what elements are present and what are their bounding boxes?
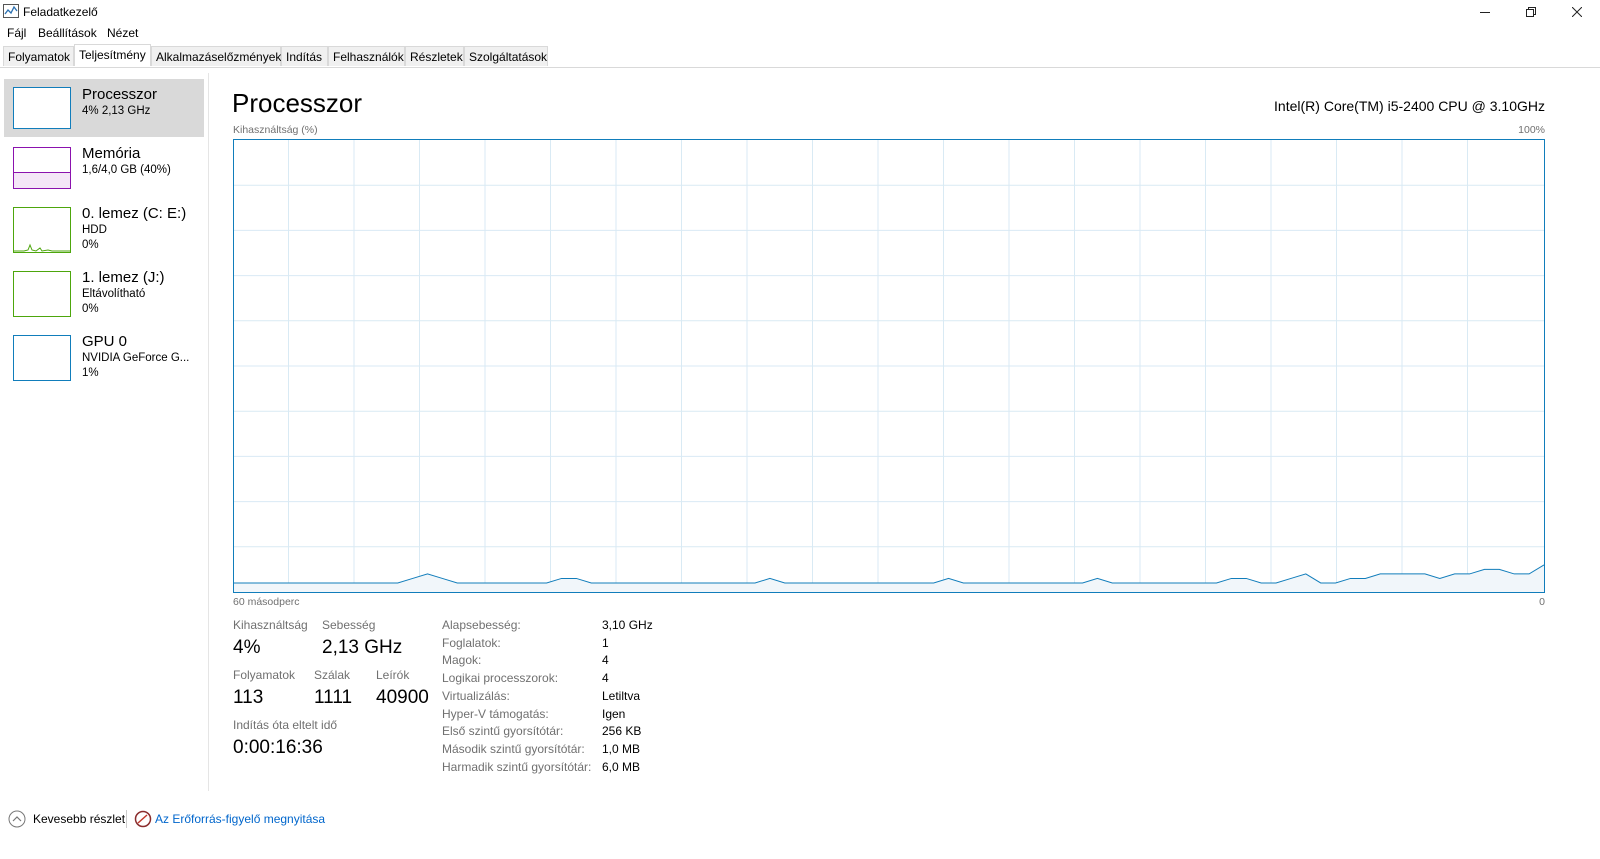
sidebar: Processzor 4% 2,13 GHz Memória 1,6/4,0 G… — [0, 73, 209, 791]
cpu-thumbnail — [13, 87, 71, 129]
cpu-usage-area — [234, 564, 1544, 592]
sidebar-item-memory[interactable]: Memória 1,6/4,0 GB (40%) — [4, 139, 204, 197]
sidebar-item-gpu-0[interactable]: GPU 0 NVIDIA GeForce G... 1% — [4, 327, 204, 389]
uptime-label: Indítás óta eltelt idő — [233, 718, 338, 732]
tab-users[interactable]: Felhasználók — [328, 46, 405, 66]
sidebar-item-value: 0% — [82, 239, 99, 251]
processes-value: 113 — [233, 687, 264, 708]
info-label: Hyper-V támogatás: — [442, 707, 549, 721]
footer-divider — [126, 810, 127, 828]
close-icon — [1572, 7, 1582, 17]
speed-label: Sebesség — [322, 618, 376, 632]
info-value: 1,0 MB — [602, 742, 641, 756]
info-value: 256 KB — [602, 724, 642, 738]
info-label: Logikai processzorok: — [442, 671, 559, 685]
sidebar-item-cpu[interactable]: Processzor 4% 2,13 GHz — [4, 79, 204, 137]
sidebar-item-label: Memória — [82, 145, 141, 162]
sidebar-item-value: 1% — [82, 367, 99, 379]
tab-details[interactable]: Részletek — [405, 46, 464, 66]
cpu-usage-graph — [233, 139, 1545, 593]
info-value: Letiltva — [602, 689, 641, 703]
sidebar-item-detail: 1,6/4,0 GB (40%) — [82, 164, 171, 176]
tab-processes[interactable]: Folyamatok — [3, 46, 74, 66]
threads-label: Szálak — [314, 668, 351, 682]
info-label: Első szintű gyorsítótár: — [442, 724, 564, 738]
minimize-icon — [1480, 12, 1490, 13]
gpu-thumbnail — [13, 335, 71, 381]
title-bar: Feladatkezelő — [0, 0, 1600, 24]
sidebar-item-detail: Eltávolítható — [82, 288, 146, 300]
resource-monitor-button[interactable] — [134, 810, 152, 828]
tab-startup[interactable]: Indítás — [281, 46, 328, 66]
disk-0-thumbnail — [13, 207, 71, 253]
sidebar-item-label: Processzor — [82, 86, 158, 103]
page-title: Processzor — [232, 88, 363, 118]
info-label: Harmadik szintű gyorsítótár: — [442, 760, 592, 774]
info-value: 6,0 MB — [602, 760, 641, 774]
resource-monitor-link[interactable]: Az Erőforrás-figyelő megnyitása — [155, 812, 325, 826]
tab-services[interactable]: Szolgáltatások — [464, 46, 548, 66]
graph-x-right: 0 — [1539, 596, 1545, 608]
info-value: Igen — [602, 707, 626, 721]
info-value: 3,10 GHz — [602, 618, 653, 632]
disk-1-thumbnail — [13, 271, 71, 317]
less-details-button[interactable] — [8, 810, 26, 828]
uptime-value: 0:00:16:36 — [233, 737, 323, 758]
close-button[interactable] — [1554, 0, 1600, 24]
chevron-up-icon — [8, 810, 26, 828]
tab-performance[interactable]: Teljesítmény — [74, 44, 151, 66]
sidebar-item-detail: NVIDIA GeForce G... — [82, 352, 190, 364]
graph-y-max: 100% — [1518, 124, 1545, 136]
info-label: Második szintű gyorsítótár: — [442, 742, 585, 756]
processes-label: Folyamatok — [233, 668, 296, 682]
menu-view[interactable]: Nézet — [107, 26, 138, 40]
menu-file[interactable]: Fájl — [7, 26, 26, 40]
sidebar-item-disk-0[interactable]: 0. lemez (C: E:) HDD 0% — [4, 199, 204, 261]
cpu-model: Intel(R) Core(TM) i5-2400 CPU @ 3.10GHz — [1274, 98, 1545, 114]
restore-button[interactable] — [1508, 0, 1554, 24]
sidebar-item-detail: 4% 2,13 GHz — [82, 105, 151, 117]
info-value: 1 — [602, 636, 609, 650]
sidebar-item-detail: HDD — [82, 224, 107, 236]
info-label: Virtualizálás: — [442, 689, 510, 703]
info-label: Foglalatok: — [442, 636, 501, 650]
sidebar-item-value: 0% — [82, 303, 99, 315]
resource-monitor-icon — [134, 810, 152, 828]
memory-thumbnail — [13, 147, 71, 189]
sidebar-item-label: 1. lemez (J:) — [82, 269, 165, 286]
minimize-button[interactable] — [1462, 0, 1508, 24]
graph-y-label: Kihasználtság (%) — [233, 124, 318, 136]
tab-bar: Folyamatok Teljesítmény Alkalmazáselőzmé… — [0, 44, 1600, 68]
menu-settings[interactable]: Beállítások — [38, 26, 97, 40]
utilization-label: Kihasználtság — [233, 618, 308, 632]
sidebar-item-label: GPU 0 — [82, 333, 128, 350]
info-label: Alapsebesség: — [442, 618, 521, 632]
sidebar-item-label: 0. lemez (C: E:) — [82, 205, 187, 222]
threads-value: 1111 — [314, 687, 353, 708]
info-value: 4 — [602, 671, 609, 685]
info-label: Magok: — [442, 653, 482, 667]
tab-app-history[interactable]: Alkalmazáselőzmények — [151, 46, 281, 66]
less-details-link[interactable]: Kevesebb részlet — [33, 812, 125, 826]
handles-label: Leírók — [376, 668, 410, 682]
utilization-value: 4% — [233, 637, 261, 658]
sidebar-item-disk-1[interactable]: 1. lemez (J:) Eltávolítható 0% — [4, 263, 204, 325]
handles-value: 40900 — [376, 687, 429, 708]
graph-x-left: 60 másodperc — [233, 596, 300, 608]
task-manager-icon — [3, 4, 19, 18]
info-value: 4 — [602, 653, 609, 667]
restore-icon — [1526, 7, 1536, 17]
speed-value: 2,13 GHz — [322, 637, 403, 658]
window-title: Feladatkezelő — [23, 5, 98, 19]
